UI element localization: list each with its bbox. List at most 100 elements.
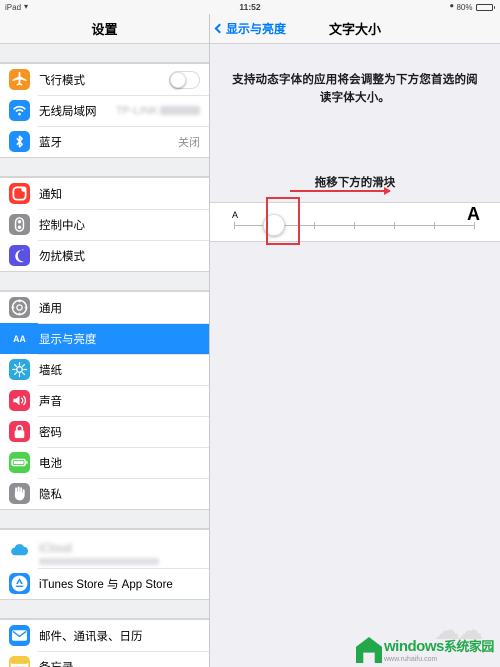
sidebar-item-label: 声音 (39, 395, 62, 408)
sidebar-item-label: 密码 (39, 426, 62, 439)
sidebar-group: 通知控制中心勿扰模式 (0, 177, 209, 272)
text-size-slider-card: A A (210, 196, 500, 245)
status-bar-right: ⏺ 80% (450, 3, 495, 12)
watermark-url: www.ruhaifu.com (384, 656, 438, 663)
sidebar-item-display-brightness[interactable]: AA 显示与亮度 (0, 323, 209, 354)
sidebar-item-moon[interactable]: 勿扰模式 (0, 240, 209, 271)
notification-icon (9, 183, 30, 204)
control-center-icon (9, 214, 30, 235)
slider-tick (313, 221, 315, 229)
annotation-highlight-box (266, 196, 300, 245)
rotation-lock-icon: ⏺ (449, 3, 454, 10)
sidebar-title: 设置 (91, 22, 118, 37)
app-store-icon (9, 573, 30, 594)
sidebar-group: 邮件、通讯录、日历备忘录提醒事项 (0, 619, 209, 667)
sidebar-item-label: 邮件、通讯录、日历 (39, 630, 143, 643)
mail-icon (9, 625, 30, 646)
description-text: 支持动态字体的应用将会调整为下方您首选的阅读字体大小。 (232, 74, 478, 104)
redacted-account-email (39, 558, 159, 565)
lock-icon (9, 421, 30, 442)
airplane-icon (9, 69, 30, 90)
status-bar: iPad ▾ 11:52 ⏺ 80% (0, 0, 500, 14)
sidebar-item-lock[interactable]: 密码 (0, 416, 209, 447)
sidebar-group: 通用 AA 显示与亮度墙纸声音密码电池隐私 (0, 291, 209, 510)
ipad-settings-screen: iPad ▾ 11:52 ⏺ 80% 设置 飞行模式无线局域网 TP-LINK 蓝牙… (0, 0, 500, 667)
sidebar-nav-bar: 设置 (0, 14, 209, 44)
sidebar-item-control-center[interactable]: 控制中心 (0, 209, 209, 240)
svg-text:AA: AA (13, 334, 26, 344)
gear-icon (9, 297, 30, 318)
slider-tick (434, 221, 435, 229)
watermark: ☁☁ windows系统家园 www.ruhaifu.com (356, 615, 498, 665)
slider-tick (393, 221, 395, 229)
sidebar-item-label: 通知 (39, 188, 62, 201)
sidebar-item-notes[interactable]: 备忘录 (0, 651, 209, 667)
house-logo-icon (356, 637, 382, 663)
sidebar-item-label: 控制中心 (39, 219, 85, 232)
notes-icon (9, 656, 30, 667)
sidebar-item-icloud[interactable]: iCloud (0, 530, 209, 568)
sidebar-item-label: 墙纸 (39, 364, 62, 377)
wifi-icon (9, 100, 30, 121)
watermark-brand: windows系统家园 (384, 638, 494, 655)
toggle-knob (170, 71, 186, 88)
privacy-hand-icon (9, 483, 30, 504)
sidebar-item-label: 通用 (39, 302, 62, 315)
sidebar-item-label: 蓝牙 (39, 136, 62, 149)
display-brightness-icon: AA (9, 328, 30, 349)
battery-icon (9, 452, 30, 473)
slider-tick (234, 221, 235, 229)
battery-icon (475, 3, 495, 11)
sidebar-item-app-store[interactable]: iTunes Store 与 App Store (0, 568, 209, 599)
watermark-badge: windows系统家园 www.ruhaifu.com (356, 637, 494, 663)
sound-icon (9, 390, 30, 411)
sidebar-item-airplane[interactable]: 飞行模式 (0, 64, 209, 95)
sidebar-item-sound[interactable]: 声音 (0, 385, 209, 416)
sidebar-group: 飞行模式无线局域网 TP-LINK 蓝牙 关闭 (0, 63, 209, 158)
sidebar-group: iCloud iTunes Store 与 App Store (0, 529, 209, 600)
annotation-arrow (290, 187, 391, 195)
sidebar-group-gap (0, 600, 209, 619)
sidebar-item-privacy-hand[interactable]: 隐私 (0, 478, 209, 509)
sidebar-item-value: TP-LINK (116, 105, 200, 117)
drag-hint-text: 拖移下方的滑块 (314, 176, 396, 189)
sidebar-item-label: iCloud (39, 543, 72, 555)
redacted-bar (160, 106, 200, 116)
slider-tick (354, 221, 355, 229)
small-a-label: A (232, 209, 239, 220)
sidebar-list[interactable]: 飞行模式无线局域网 TP-LINK 蓝牙 关闭通知控制中心勿扰模式通用 AA 显示与亮度墙… (0, 44, 209, 667)
settings-sidebar: 设置 飞行模式无线局域网 TP-LINK 蓝牙 关闭通知控制中心勿扰模式通用 AA 显示与… (0, 14, 210, 667)
sidebar-item-gear[interactable]: 通用 (0, 292, 209, 323)
sidebar-item-notification[interactable]: 通知 (0, 178, 209, 209)
sidebar-item-wifi[interactable]: 无线局域网 TP-LINK (0, 95, 209, 126)
sidebar-item-label: 隐私 (39, 488, 62, 501)
sidebar-group-gap (0, 158, 209, 177)
watermark-text: windows系统家园 www.ruhaifu.com (384, 639, 494, 663)
sidebar-item-label: 勿扰模式 (39, 250, 85, 263)
sidebar-item-label: 显示与亮度 (39, 333, 97, 346)
back-button-label: 显示与亮度 (226, 22, 287, 36)
sidebar-item-battery[interactable]: 电池 (0, 447, 209, 478)
sidebar-item-mail[interactable]: 邮件、通讯录、日历 (0, 620, 209, 651)
detail-pane: 显示与亮度 文字大小 支持动态字体的应用将会调整为下方您首选的阅读字体大小。 拖… (210, 14, 500, 667)
back-button[interactable]: 显示与亮度 (214, 20, 287, 37)
sidebar-item-label: 飞行模式 (39, 74, 85, 87)
sidebar-item-label: 备忘录 (39, 659, 74, 667)
icloud-icon (9, 538, 30, 560)
airplane-mode-toggle[interactable] (169, 70, 200, 89)
sidebar-item-label: 无线局域网 (39, 105, 97, 118)
bluetooth-icon (9, 131, 30, 152)
sidebar-group-gap (0, 272, 209, 291)
watermark-ghost-icon: ☁☁ (434, 615, 483, 645)
moon-icon (9, 245, 30, 266)
sidebar-item-label: iTunes Store 与 App Store (39, 578, 173, 591)
sidebar-group-gap (0, 44, 209, 63)
chevron-left-icon (214, 23, 225, 34)
detail-body: 支持动态字体的应用将会调整为下方您首选的阅读字体大小。 拖移下方的滑块 A A … (210, 44, 500, 667)
split-view: 设置 飞行模式无线局域网 TP-LINK 蓝牙 关闭通知控制中心勿扰模式通用 AA 显示与… (0, 14, 500, 667)
sidebar-item-label: 电池 (39, 457, 62, 470)
sidebar-item-bluetooth[interactable]: 蓝牙 关闭 (0, 126, 209, 157)
detail-nav-bar: 显示与亮度 文字大小 (210, 14, 500, 44)
sidebar-item-wallpaper[interactable]: 墙纸 (0, 354, 209, 385)
battery-percent-label: 80% (456, 2, 473, 12)
